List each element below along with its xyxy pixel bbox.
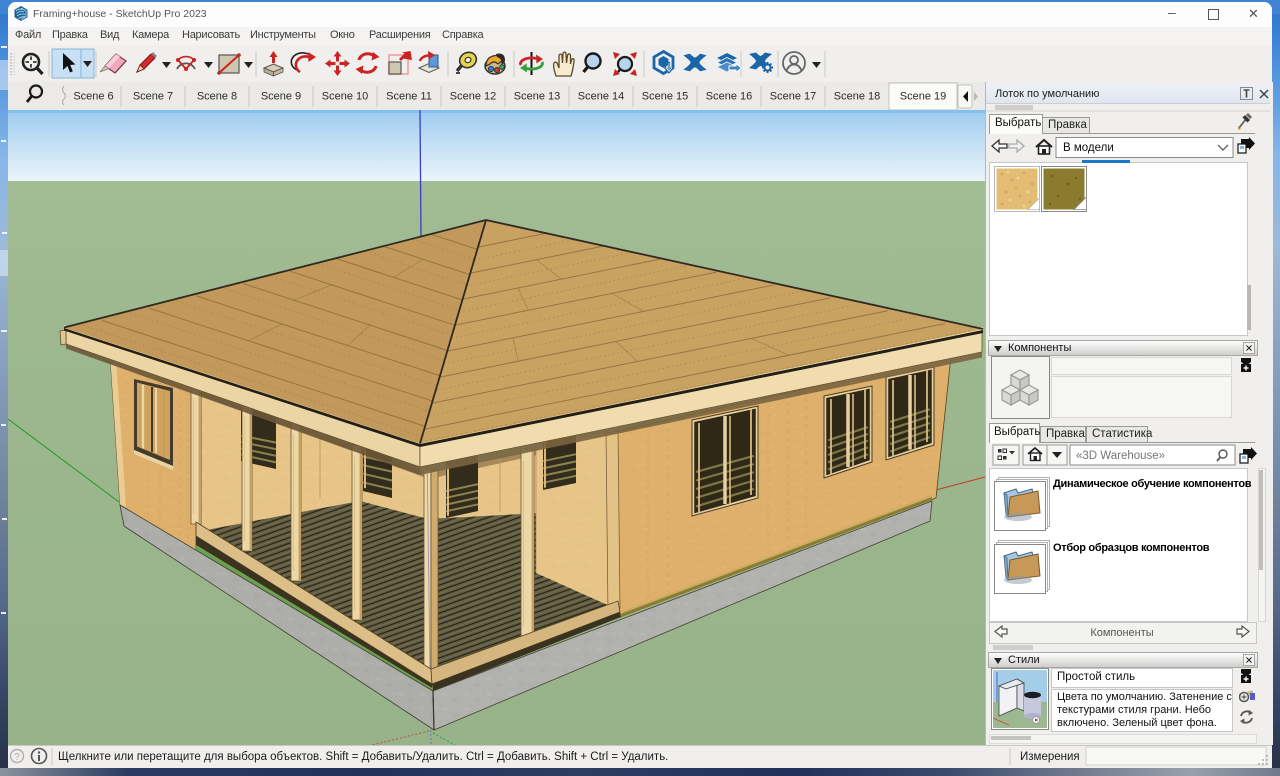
svg-text:«3D Warehouse»: «3D Warehouse» xyxy=(1076,450,1165,462)
svg-text:?: ? xyxy=(14,752,20,763)
svg-text:Измерения: Измерения xyxy=(1020,751,1080,763)
svg-text:В модели: В модели xyxy=(1063,142,1114,154)
svg-text:Щелкните или перетащите для вы: Щелкните или перетащите для выбора объек… xyxy=(58,751,668,763)
svg-text:Компоненты: Компоненты xyxy=(1090,627,1153,639)
